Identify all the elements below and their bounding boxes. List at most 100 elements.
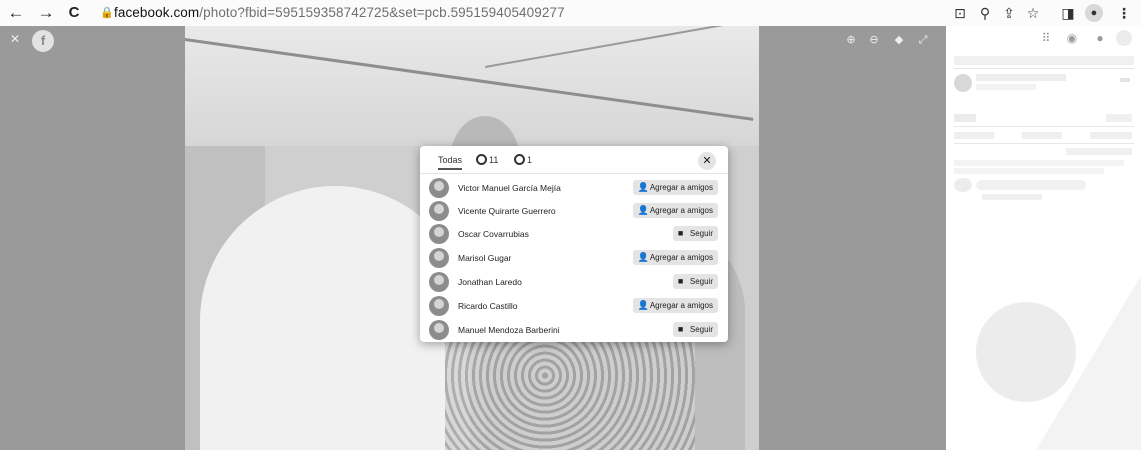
add-friend-button[interactable]: 👤 Agregar a amigos <box>632 250 718 265</box>
tag-icon[interactable]: ◆ <box>891 32 907 48</box>
add-friend-icon: 👤 <box>637 205 650 215</box>
list-item: Ricardo Castillo 👤 Agregar a amigos <box>420 296 728 318</box>
avatar[interactable] <box>429 320 449 340</box>
button-label: Agregar a amigos <box>649 183 713 192</box>
add-friend-button[interactable]: 👤 Agregar a amigos <box>632 298 718 313</box>
reaction-summary[interactable] <box>954 114 976 122</box>
add-friend-icon: 👤 <box>637 252 650 262</box>
divider <box>954 126 1134 127</box>
divider <box>954 68 1134 69</box>
zoom-out-icon[interactable]: ⊖ <box>866 32 882 48</box>
messenger-icon[interactable]: ◉ <box>1064 30 1080 46</box>
person-name[interactable]: Vicente Quirarte Guerrero <box>458 206 556 217</box>
bookmark-star-icon[interactable]: ☆ <box>1023 3 1043 23</box>
close-icon[interactable]: ✕ <box>8 32 22 46</box>
comment-input-icons[interactable] <box>982 194 1042 200</box>
tab-count: 11 <box>489 155 499 165</box>
divider <box>954 143 1134 144</box>
facebook-logo-icon[interactable]: f <box>32 30 54 52</box>
share-icon[interactable]: ⇪ <box>999 3 1019 23</box>
list-item: Jonathan Laredo ■ Seguir <box>420 272 728 294</box>
list-item: Oscar Covarrubias ■ Seguir <box>420 224 728 246</box>
person-name[interactable]: Jonathan Laredo <box>458 277 522 288</box>
reload-icon[interactable]: C <box>64 3 84 23</box>
apps-grid-icon[interactable]: ⠿ <box>1038 30 1054 46</box>
button-label: Seguir <box>689 325 713 334</box>
reactions-dialog: Todas 11 1 ✕ Victor Manuel García Mejía … <box>420 146 728 342</box>
add-friend-button[interactable]: 👤 Agregar a amigos <box>632 180 718 195</box>
person-name[interactable]: Manuel Mendoza Barberini <box>458 325 560 336</box>
share-button[interactable] <box>1090 132 1132 139</box>
follow-icon: ■ <box>677 276 684 286</box>
photo-lace-pattern <box>445 326 695 450</box>
reaction-icon <box>514 154 525 165</box>
install-icon[interactable]: ⊡ <box>950 3 970 23</box>
comment-input[interactable] <box>976 180 1086 190</box>
like-button[interactable] <box>954 132 994 139</box>
browser-toolbar: ← → C 🔒 facebook.com/photo?fbid=59515935… <box>0 0 1141 26</box>
tab-reaction-1[interactable]: 11 <box>476 154 498 170</box>
avatar[interactable] <box>954 74 972 92</box>
post-date <box>976 84 1036 90</box>
address-host: facebook.com <box>114 5 200 20</box>
list-item: Marisol Gugar 👤 Agregar a amigos <box>420 248 728 270</box>
fullscreen-icon[interactable]: ⤢ <box>915 32 931 48</box>
follow-icon: ■ <box>677 324 684 334</box>
avatar[interactable] <box>429 201 449 221</box>
button-label: Seguir <box>689 277 713 286</box>
post-header-text <box>954 56 1134 65</box>
tab-all[interactable]: Todas <box>438 154 463 170</box>
comment-text <box>954 168 1104 174</box>
avatar[interactable] <box>429 224 449 244</box>
address-bar[interactable]: facebook.com/photo?fbid=595159358742725&… <box>114 4 565 22</box>
person-name[interactable]: Victor Manuel García Mejía <box>458 183 561 194</box>
tab-reaction-2[interactable]: 1 <box>514 154 532 170</box>
comment-button[interactable] <box>1022 132 1062 139</box>
comment-text <box>954 160 1124 166</box>
add-friend-icon: 👤 <box>637 300 650 310</box>
post-side-panel: ⠿ ◉ ● <box>946 26 1141 450</box>
avatar[interactable] <box>954 178 972 192</box>
person-name[interactable]: Marisol Gugar <box>458 253 511 264</box>
add-friend-icon: 👤 <box>637 182 650 192</box>
follow-button[interactable]: ■ Seguir <box>672 274 718 289</box>
account-avatar[interactable] <box>1116 30 1132 46</box>
comment-count[interactable] <box>1106 114 1132 122</box>
avatar[interactable] <box>429 178 449 198</box>
menu-icon[interactable]: ⋮ <box>1114 3 1134 23</box>
button-label: Seguir <box>689 229 713 238</box>
follow-button[interactable]: ■ Seguir <box>672 226 718 241</box>
comment-sort[interactable] <box>1066 148 1132 155</box>
follow-button[interactable]: ■ Seguir <box>672 322 718 337</box>
zoom-in-icon[interactable]: ⊕ <box>843 32 859 48</box>
person-name[interactable]: Oscar Covarrubias <box>458 229 529 240</box>
forward-arrow-icon[interactable]: → <box>36 3 56 23</box>
more-options-icon[interactable] <box>1120 78 1130 82</box>
avatar[interactable] <box>429 248 449 268</box>
follow-icon: ■ <box>677 228 684 238</box>
zoom-icon[interactable]: ⚲ <box>975 3 995 23</box>
reaction-tabs: Todas 11 1 ✕ <box>420 146 728 174</box>
button-label: Agregar a amigos <box>649 301 713 310</box>
button-label: Agregar a amigos <box>649 206 713 215</box>
notifications-icon[interactable]: ● <box>1092 30 1108 46</box>
lock-icon[interactable]: 🔒 <box>100 6 114 20</box>
back-arrow-icon[interactable]: ← <box>6 3 26 23</box>
add-friend-button[interactable]: 👤 Agregar a amigos <box>632 203 718 218</box>
reactions-list: Victor Manuel García Mejía 👤 Agregar a am… <box>420 178 728 342</box>
list-item: Vicente Quirarte Guerrero 👤 Agregar a ami… <box>420 201 728 223</box>
list-item: Victor Manuel García Mejía 👤 Agregar a am… <box>420 178 728 200</box>
sidebar-icon[interactable]: ◨ <box>1058 3 1078 23</box>
tab-count: 1 <box>527 155 533 165</box>
reaction-icon <box>476 154 487 165</box>
address-path: /photo?fbid=595159358742725&set=pcb.5951… <box>199 5 565 20</box>
profile-icon[interactable]: ● <box>1085 4 1103 22</box>
author-name[interactable] <box>976 74 1066 81</box>
background-shape <box>976 302 1076 402</box>
avatar[interactable] <box>429 296 449 316</box>
list-item: Manuel Mendoza Barberini ■ Seguir <box>420 320 728 342</box>
avatar[interactable] <box>429 272 449 292</box>
button-label: Agregar a amigos <box>649 253 713 262</box>
person-name[interactable]: Ricardo Castillo <box>458 301 518 312</box>
close-icon[interactable]: ✕ <box>698 152 716 170</box>
